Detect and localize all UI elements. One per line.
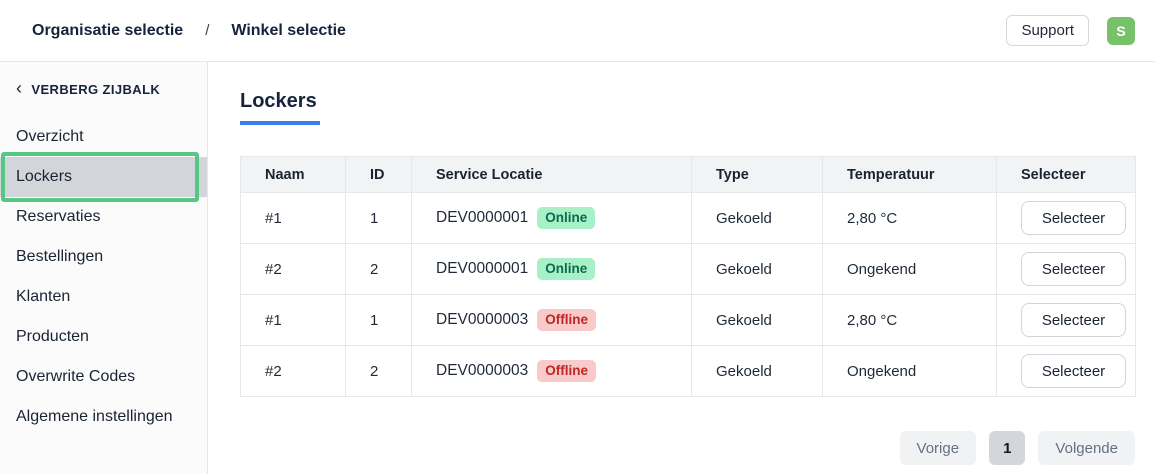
cell-service-locatie: DEV0000003 Offline (412, 346, 692, 397)
table-row: #1 1 DEV0000001 Online Gekoeld 2,80 °C S… (241, 193, 1136, 244)
sidebar-item-lockers-label: Lockers (16, 168, 72, 185)
column-header-temperatuur: Temperatuur (823, 157, 997, 193)
cell-temperatuur: Ongekend (823, 244, 997, 295)
main-content: Lockers Naam ID Service Locatie Type Tem… (208, 62, 1155, 474)
cell-service-locatie: DEV0000003 Offline (412, 295, 692, 346)
select-button[interactable]: Selecteer (1021, 201, 1126, 235)
sidebar-item-overwrite-codes[interactable]: Overwrite Codes (0, 357, 207, 397)
cell-temperatuur: 2,80 °C (823, 295, 997, 346)
chevron-left-icon: ‹ (16, 82, 22, 95)
cell-id: 1 (346, 295, 412, 346)
cell-id: 2 (346, 244, 412, 295)
sidebar-item-klanten[interactable]: Klanten (0, 277, 207, 317)
sidebar-item-bestellingen[interactable]: Bestellingen (0, 237, 207, 277)
status-badge: Online (537, 258, 595, 280)
cell-type: Gekoeld (692, 193, 823, 244)
page-number-button[interactable]: 1 (989, 431, 1025, 465)
cell-selecteer: Selecteer (997, 193, 1136, 244)
cell-naam: #2 (241, 244, 346, 295)
column-header-selecteer: Selecteer (997, 157, 1136, 193)
column-header-id: ID (346, 157, 412, 193)
cell-id: 2 (346, 346, 412, 397)
cell-service-locatie: DEV0000001 Online (412, 244, 692, 295)
hide-sidebar-label: VERBERG ZIJBALK (31, 82, 160, 97)
breadcrumb-organisatie-selectie[interactable]: Organisatie selectie (32, 22, 183, 40)
breadcrumb: Organisatie selectie / Winkel selectie (32, 22, 346, 40)
cell-type: Gekoeld (692, 295, 823, 346)
cell-temperatuur: Ongekend (823, 346, 997, 397)
breadcrumb-winkel-selectie[interactable]: Winkel selectie (231, 22, 346, 40)
service-location-code: DEV0000001 (436, 209, 528, 227)
sidebar: ‹ VERBERG ZIJBALK Overzicht Lockers Rese… (0, 62, 208, 474)
sidebar-item-lockers[interactable]: Lockers (0, 157, 207, 197)
select-button[interactable]: Selecteer (1021, 303, 1126, 337)
topbar-right: Support S (1006, 15, 1135, 46)
service-location-code: DEV0000001 (436, 260, 528, 278)
cell-selecteer: Selecteer (997, 244, 1136, 295)
status-badge: Offline (537, 360, 596, 382)
page-title: Lockers (240, 90, 320, 125)
table-header-row: Naam ID Service Locatie Type Temperatuur… (241, 157, 1136, 193)
pagination: Vorige 1 Volgende (240, 431, 1135, 465)
column-header-type: Type (692, 157, 823, 193)
table-row: #2 2 DEV0000001 Online Gekoeld Ongekend … (241, 244, 1136, 295)
sidebar-item-reservaties[interactable]: Reservaties (0, 197, 207, 237)
sidebar-item-producten[interactable]: Producten (0, 317, 207, 357)
cell-selecteer: Selecteer (997, 295, 1136, 346)
cell-naam: #2 (241, 346, 346, 397)
sidebar-item-algemene-instellingen[interactable]: Algemene instellingen (0, 397, 207, 437)
next-page-button[interactable]: Volgende (1038, 431, 1135, 465)
breadcrumb-separator: / (205, 22, 209, 39)
table-row: #1 1 DEV0000003 Offline Gekoeld 2,80 °C … (241, 295, 1136, 346)
column-header-naam: Naam (241, 157, 346, 193)
table-row: #2 2 DEV0000003 Offline Gekoeld Ongekend… (241, 346, 1136, 397)
support-button[interactable]: Support (1006, 15, 1089, 46)
column-header-service-locatie: Service Locatie (412, 157, 692, 193)
cell-service-locatie: DEV0000001 Online (412, 193, 692, 244)
user-avatar[interactable]: S (1107, 17, 1135, 45)
select-button[interactable]: Selecteer (1021, 354, 1126, 388)
status-badge: Online (537, 207, 595, 229)
lockers-table: Naam ID Service Locatie Type Temperatuur… (240, 156, 1136, 397)
cell-naam: #1 (241, 295, 346, 346)
cell-type: Gekoeld (692, 244, 823, 295)
cell-naam: #1 (241, 193, 346, 244)
service-location-code: DEV0000003 (436, 362, 528, 380)
previous-page-button[interactable]: Vorige (900, 431, 977, 465)
cell-id: 1 (346, 193, 412, 244)
top-bar: Organisatie selectie / Winkel selectie S… (0, 0, 1155, 62)
status-badge: Offline (537, 309, 596, 331)
sidebar-item-overzicht[interactable]: Overzicht (0, 117, 207, 157)
cell-temperatuur: 2,80 °C (823, 193, 997, 244)
service-location-code: DEV0000003 (436, 311, 528, 329)
cell-type: Gekoeld (692, 346, 823, 397)
hide-sidebar-toggle[interactable]: ‹ VERBERG ZIJBALK (0, 82, 207, 97)
cell-selecteer: Selecteer (997, 346, 1136, 397)
select-button[interactable]: Selecteer (1021, 252, 1126, 286)
